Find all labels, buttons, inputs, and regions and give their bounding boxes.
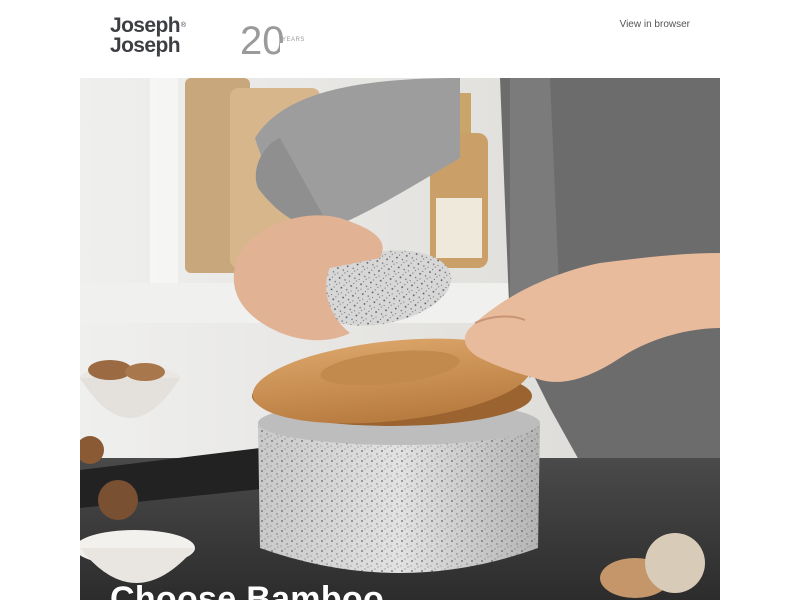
anniversary-number: 20 [240,19,285,60]
view-in-browser-link[interactable]: View in browser [620,19,690,30]
hero-banner[interactable]: Choose Bamboo [80,78,720,600]
anniversary-word: YEARS [282,37,305,43]
brand-logo-line1: Joseph® [110,14,186,37]
email-header: Joseph® Joseph 20 YEARS View in browser [0,0,800,78]
brand-logo[interactable]: Joseph® Joseph [110,14,210,57]
registered-mark: ® [180,22,186,29]
hero-title: Choose Bamboo [110,580,385,600]
brand-logo-line2: Joseph [110,34,181,57]
anniversary-logo-icon: 20 YEARS [240,19,310,60]
hero-image [80,78,720,600]
